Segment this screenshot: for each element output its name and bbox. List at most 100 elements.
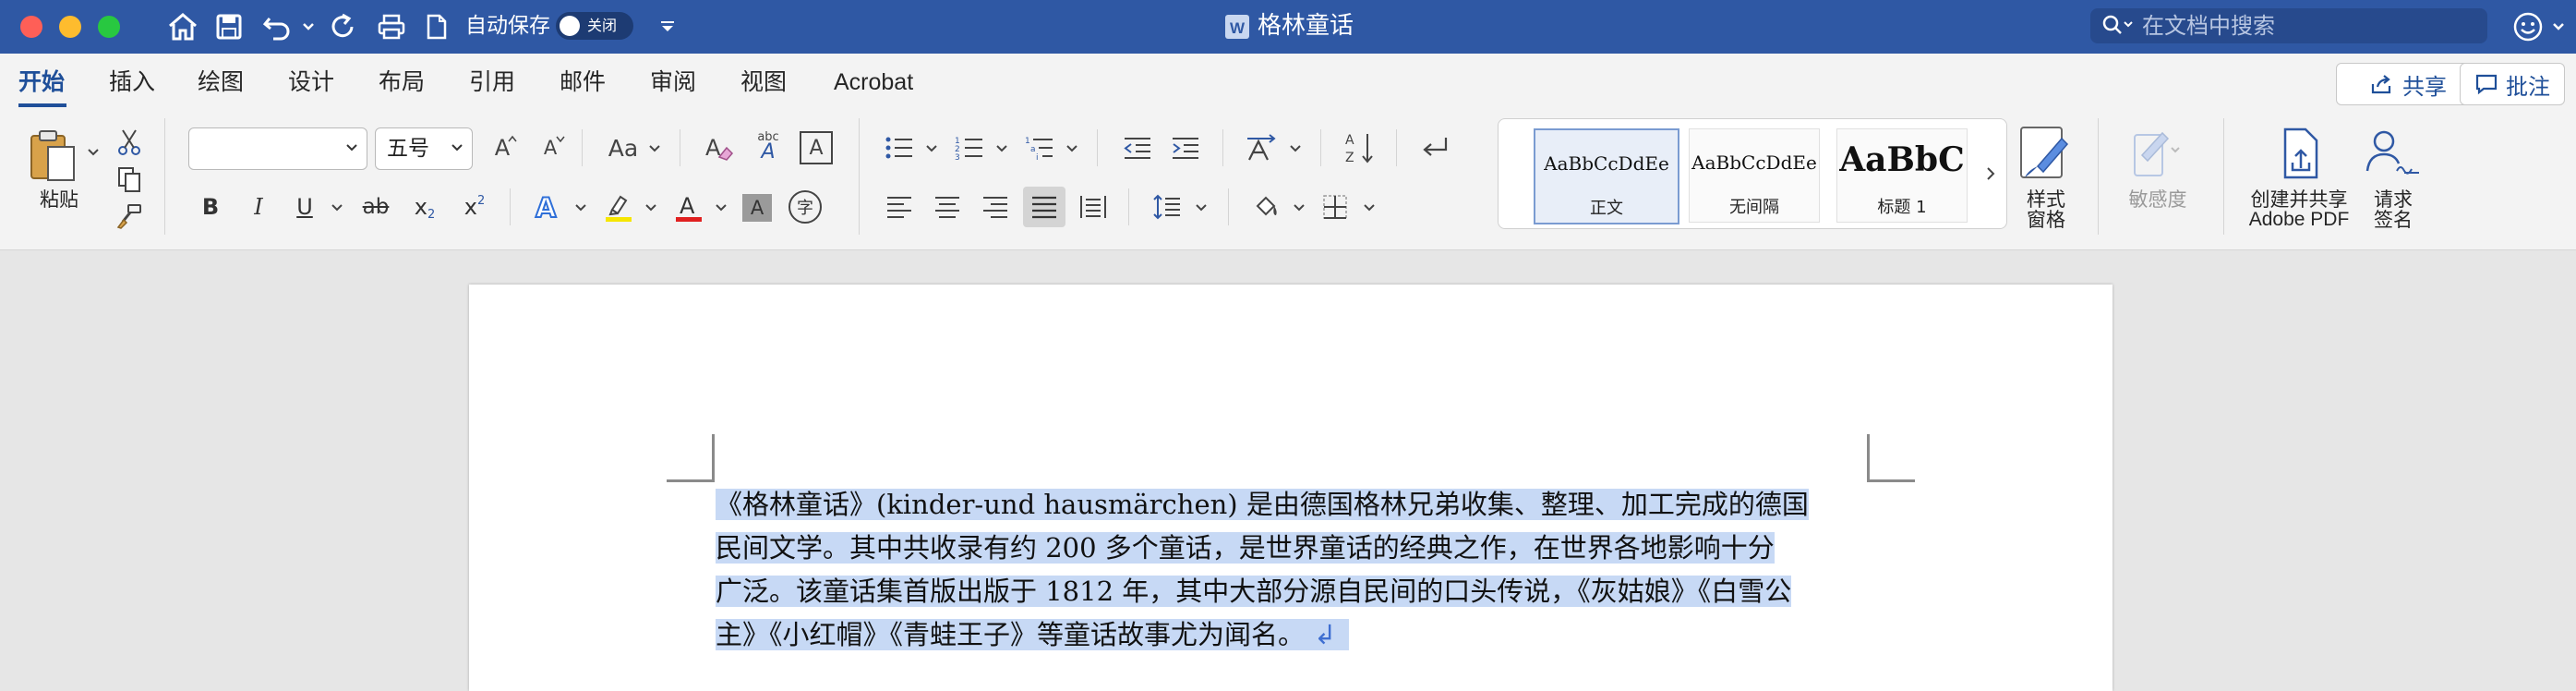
character-border-button[interactable]: A [800,131,833,164]
tab-home[interactable]: 开始 [18,67,65,98]
style-heading-1[interactable]: AaBbC 标题 1 [1836,128,1968,223]
svg-text:3: 3 [955,153,960,161]
character-shading-letter: A [750,197,764,219]
underline-button[interactable]: U [288,188,321,225]
text-direction-icon[interactable] [1243,129,1280,166]
multilevel-chevron-icon[interactable] [1064,140,1080,157]
customize-toolbar-icon[interactable] [654,9,681,44]
close-window-button[interactable] [20,16,42,38]
home-icon[interactable] [163,9,203,44]
autosave-toggle[interactable]: 关闭 [556,12,633,40]
zoom-window-button[interactable] [98,16,120,38]
line-spacing-chevron-icon[interactable] [1193,200,1210,216]
new-document-icon[interactable] [421,9,452,44]
phonetic-guide-icon[interactable]: abc A [750,129,787,166]
smiley-feedback-icon[interactable] [2510,9,2546,44]
show-paragraph-marks-icon[interactable] [1416,129,1453,166]
bullets-chevron-icon[interactable] [923,140,940,157]
distributed-icon[interactable] [1075,188,1112,225]
increase-indent-icon[interactable] [1167,129,1204,166]
align-left-icon[interactable] [881,188,918,225]
tab-references[interactable]: 引用 [469,67,515,98]
highlight-color-icon[interactable] [600,188,637,225]
style-no-spacing[interactable]: AaBbCcDdEe 无间隔 [1689,128,1820,223]
multilevel-list-icon[interactable]: 1ai [1021,129,1058,166]
clear-formatting-icon[interactable]: A [700,129,737,166]
subscript-button[interactable]: x2 [408,188,441,225]
ribbon-separator [510,188,511,225]
underline-letter: U [296,194,313,220]
font-size-select[interactable]: 五号 [375,127,473,170]
tab-review[interactable]: 审阅 [650,67,696,98]
undo-dropdown-chevron-icon[interactable] [297,9,319,44]
document-paragraph[interactable]: 《格林童话》(kinder-und hausmärchen) 是由德国格林兄弟收… [716,483,1866,657]
tab-insert[interactable]: 插入 [109,67,155,98]
change-case-chevron-icon[interactable] [646,140,663,157]
comments-button[interactable]: 批注 [2460,63,2565,105]
highlight-chevron-icon[interactable] [643,200,659,216]
character-shading-button[interactable]: A [742,194,772,222]
shading-chevron-icon[interactable] [1291,200,1307,216]
create-share-pdf-icon[interactable] [2271,124,2329,183]
line-spacing-icon[interactable] [1149,188,1186,225]
minimize-window-button[interactable] [59,16,81,38]
style-normal[interactable]: AaBbCcDdEe 正文 [1534,128,1679,224]
tab-layout[interactable]: 布局 [379,67,425,98]
share-button[interactable]: 共享 [2336,63,2480,105]
justify-icon[interactable] [1023,187,1065,227]
shading-icon[interactable] [1248,188,1285,225]
numbering-chevron-icon[interactable] [993,140,1010,157]
sort-icon[interactable]: AZ [1341,127,1379,168]
borders-icon[interactable] [1317,188,1354,225]
styles-pane-icon[interactable] [2018,124,2072,185]
tab-mailings[interactable]: 邮件 [560,67,606,98]
styles-more-chevron-icon[interactable] [1980,158,2001,189]
redo-icon[interactable] [325,9,362,44]
font-color-icon[interactable]: A [670,188,707,225]
document-search-input[interactable]: 在文档中搜索 [2090,8,2487,43]
cut-icon[interactable] [113,126,146,159]
paste-options-chevron-icon[interactable] [85,144,102,161]
ribbon-separator [1128,188,1129,225]
enclose-characters-button[interactable]: 字 [788,190,822,224]
underline-chevron-icon[interactable] [329,200,345,216]
crop-mark-left-vertical [712,434,715,482]
text-effects-chevron-icon[interactable] [572,200,589,216]
numbering-icon[interactable]: 123 [951,129,988,166]
paragraph-line: 主》《小红帽》《青蛙王子》等童话故事尤为闻名。 ↲ [716,613,1866,657]
borders-chevron-icon[interactable] [1361,200,1378,216]
feedback-chevron-icon[interactable] [2548,9,2569,44]
copy-icon[interactable] [113,163,146,196]
superscript-button[interactable]: x2 [458,188,491,225]
window-title: 格林童话 [1258,12,1354,40]
phonetic-letter: A [761,140,776,164]
paragraph-line: 《格林童话》(kinder-und hausmärchen) 是由德国格林兄弟收… [716,483,1866,527]
italic-button[interactable]: I [242,188,275,225]
font-color-chevron-icon[interactable] [713,200,729,216]
grow-font-button[interactable]: A [486,129,519,166]
bullets-icon[interactable] [881,129,918,166]
tab-design[interactable]: 设计 [288,67,334,98]
request-signature-icon[interactable] [2362,124,2425,183]
decrease-indent-icon[interactable] [1119,129,1156,166]
strikethrough-button[interactable]: ab [356,188,395,225]
align-center-icon[interactable] [929,188,966,225]
font-name-select[interactable] [188,127,367,170]
undo-icon[interactable] [259,9,295,44]
style-name: 标题 1 [1877,198,1927,217]
align-right-icon[interactable] [977,188,1014,225]
text-effects-icon[interactable]: A [528,188,565,225]
tab-view[interactable]: 视图 [740,67,787,98]
tab-acrobat[interactable]: Acrobat [834,67,913,98]
sensitivity-icon[interactable] [2120,124,2186,181]
tab-draw[interactable]: 绘图 [198,67,244,98]
change-case-button[interactable]: Aa [602,129,644,166]
format-painter-icon[interactable] [113,200,146,233]
paste-icon[interactable] [26,127,81,185]
shrink-font-button[interactable]: A [534,129,567,166]
text-direction-chevron-icon[interactable] [1287,140,1304,157]
bold-button[interactable]: B [194,188,227,225]
enclose-character: 字 [797,199,813,218]
save-icon[interactable] [211,9,247,44]
print-icon[interactable] [373,9,410,44]
